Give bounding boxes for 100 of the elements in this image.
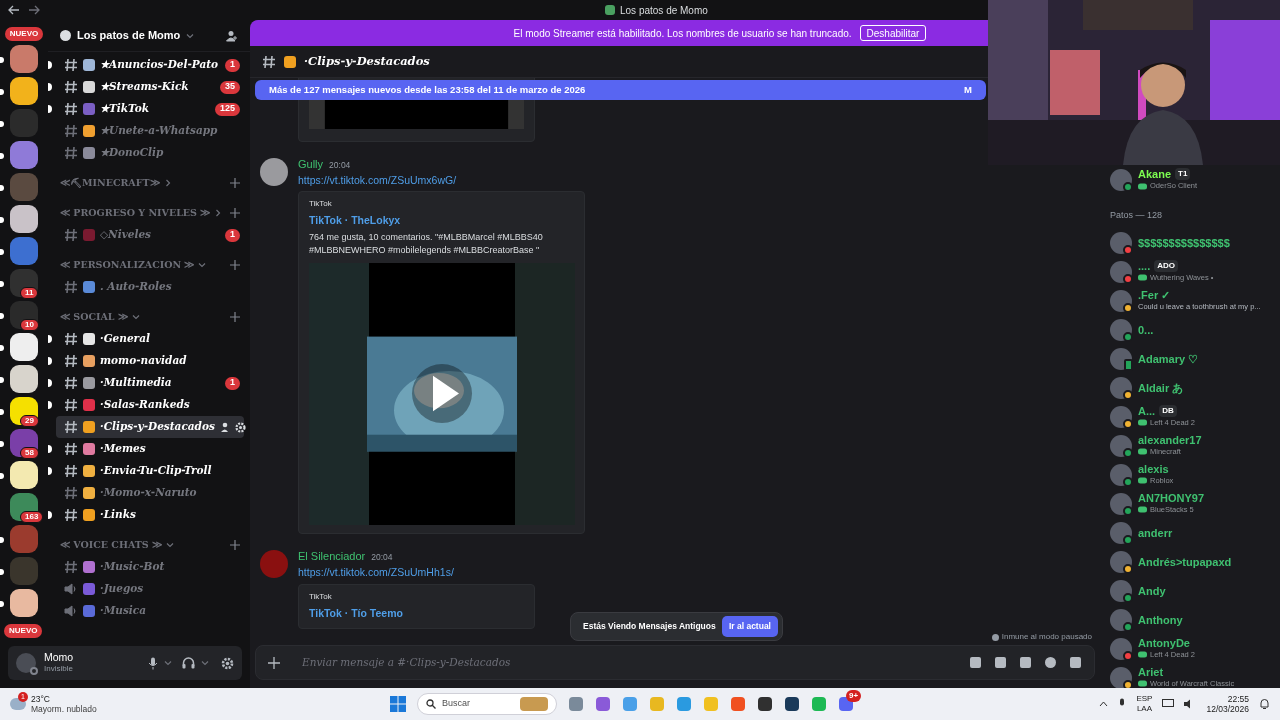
channel-item[interactable]: ·Links — [56, 504, 244, 526]
channel-item[interactable]: ·Music-Bot — [56, 556, 244, 578]
channel-item[interactable]: ·Envia-Tu-Clip-Troll — [56, 460, 244, 482]
hash-icon — [262, 54, 276, 69]
new-messages-bar[interactable]: Más de 127 mensajes nuevos desde las 23:58 del 11 de marzo de 2026 M — [255, 80, 986, 100]
server-icon[interactable] — [10, 333, 38, 361]
channel-item[interactable]: ·Juegos — [56, 578, 244, 600]
channel-item[interactable]: ★Anuncios-Del-Pato 1 — [56, 54, 244, 76]
server-icon[interactable] — [10, 589, 38, 617]
category-name[interactable]: ≪ PROGRESO Y NIVELES ≫ — [60, 205, 211, 221]
mention-badge: 125 — [214, 102, 240, 116]
server-icon[interactable] — [10, 77, 38, 105]
message-composer[interactable]: Enviar mensaje a #·Clips-y-Destacados — [255, 645, 1095, 680]
language[interactable]: ESP — [1136, 694, 1153, 704]
avatar — [1110, 405, 1132, 428]
chevron-up-icon[interactable] — [1099, 701, 1109, 707]
channel-item[interactable]: ◇Niveles 1 — [56, 224, 244, 246]
member-item[interactable]: Aldair あ — [1110, 373, 1280, 402]
embed-title[interactable]: TikTok · Tío Teemo — [309, 606, 524, 620]
disable-button[interactable]: Deshabilitar — [859, 25, 927, 41]
avatar — [1110, 169, 1132, 191]
avatar — [1110, 231, 1132, 254]
channel-item[interactable]: ★Streams-Kick 35 — [56, 76, 244, 98]
hash-icon — [64, 146, 78, 160]
back-icon[interactable] — [8, 5, 20, 15]
member-item[interactable]: Andrés>tupapaxd — [1110, 547, 1280, 576]
keyboard-layout[interactable]: LAA — [1136, 704, 1152, 714]
channel-item[interactable]: momo-navidad — [56, 350, 244, 372]
server-icon[interactable] — [10, 461, 38, 489]
hash-icon — [64, 332, 78, 346]
channel-item[interactable]: ·Musica — [56, 600, 244, 622]
settings-icon[interactable] — [221, 656, 234, 670]
member-item[interactable]: $$$$$$$$$$$$$$$ — [1110, 228, 1280, 257]
banner-text: El modo Streamer está habilitado. Los nombres de usuario se han truncado. — [513, 26, 852, 41]
channel-item[interactable]: ·Momo-x-Naruto — [56, 482, 244, 504]
new-messages-text: Más de 127 mensajes nuevos desde las 23:58 del 11 de marzo de 2026 — [269, 82, 586, 97]
jump-button[interactable]: Ir al actual — [721, 616, 778, 637]
message-link[interactable]: https://vt.tiktok.com/ZSuUmHh1s/ — [298, 564, 535, 581]
add-icon[interactable] — [230, 260, 240, 270]
channel-item[interactable]: ★DonoClip — [56, 142, 244, 164]
server-icon[interactable] — [10, 205, 38, 233]
channel-item[interactable]: ·Multimedia 1 — [56, 372, 244, 394]
channel-name: ◇Niveles — [100, 227, 152, 243]
add-icon[interactable] — [230, 312, 240, 322]
category-name[interactable]: ≪ VOICE CHATS ≫ — [60, 537, 162, 553]
member-name: AntonyDe — [1138, 636, 1190, 649]
add-icon[interactable] — [230, 208, 240, 218]
category-name[interactable]: ≪ SOCIAL ≫ — [60, 309, 128, 325]
add-icon[interactable] — [268, 656, 280, 669]
member-item[interactable]: anderr — [1110, 518, 1280, 547]
server-name[interactable]: Los patos de Momo — [77, 27, 181, 44]
message-link[interactable]: https://vt.tiktok.com/ZSuUmx6wG/ — [298, 172, 585, 189]
notification-badge: 9+ — [846, 690, 862, 702]
start-icon[interactable] — [390, 696, 406, 712]
embed-provider: TikTok — [309, 590, 333, 603]
avatar[interactable] — [260, 158, 288, 186]
add-icon[interactable] — [230, 540, 240, 550]
author-name[interactable]: El Silenciador — [298, 548, 366, 565]
clock-date[interactable]: 12/03/2026 — [1206, 704, 1249, 714]
channel-item[interactable]: ·General — [56, 328, 244, 350]
user-name: Momo — [44, 652, 74, 663]
add-member-icon[interactable] — [226, 29, 238, 42]
message-input[interactable]: Enviar mensaje a #·Clips-y-Destacados — [302, 654, 957, 671]
headphones-icon[interactable] — [182, 657, 195, 669]
member-item[interactable]: 0... — [1110, 315, 1280, 344]
invite-icon[interactable] — [219, 421, 231, 433]
unread-count-badge: 29 — [20, 415, 39, 427]
channel-item[interactable]: ★TikTok 125 — [56, 98, 244, 120]
channel-name: ★Unete-a-Whatsapp — [100, 123, 218, 139]
server-icon[interactable] — [10, 45, 38, 73]
add-icon[interactable] — [230, 178, 240, 188]
user-status: Invisible — [44, 663, 74, 674]
category-name[interactable]: ≪ PERSONALIZACION ≫ — [60, 257, 195, 273]
member-item[interactable]: Adamary ♡ — [1110, 344, 1280, 373]
channel-item[interactable]: ·Clips-y-Destacados — [56, 416, 244, 438]
channel-item[interactable]: ·Memes — [56, 438, 244, 460]
mention-badge: 1 — [225, 376, 240, 390]
clock-time[interactable]: 22:55 — [1227, 694, 1249, 704]
member-item[interactable]: Anthony — [1110, 605, 1280, 634]
avatar — [1110, 260, 1132, 283]
channel-item[interactable]: . Auto-Roles — [56, 276, 244, 298]
settings-icon[interactable] — [234, 421, 246, 433]
author-name[interactable]: Gully — [298, 156, 324, 173]
notification-icon[interactable] — [1259, 698, 1270, 710]
avatar[interactable] — [16, 653, 36, 673]
server-icon[interactable] — [10, 365, 38, 393]
emoji-icon[interactable] — [1044, 656, 1057, 669]
member-item[interactable]: Andy — [1110, 576, 1280, 605]
search-field[interactable]: Buscar — [417, 693, 557, 715]
channel-item[interactable]: ·Salas-Rankeds — [56, 394, 244, 416]
category-name[interactable]: ≪⛏MINECRAFT≫ — [60, 175, 160, 191]
chevron-down-icon — [201, 659, 209, 667]
embed-title[interactable]: TikTok · TheLokyx — [309, 214, 574, 228]
forward-icon[interactable] — [28, 5, 40, 15]
channel-name: ★DonoClip — [100, 145, 164, 161]
unread-count-badge: 10 — [20, 319, 39, 331]
mark-read-text: M — [964, 82, 972, 97]
microphone-icon[interactable] — [148, 656, 158, 670]
channel-item[interactable]: ★Unete-a-Whatsapp — [56, 120, 244, 142]
weather-icon[interactable] — [10, 698, 26, 710]
